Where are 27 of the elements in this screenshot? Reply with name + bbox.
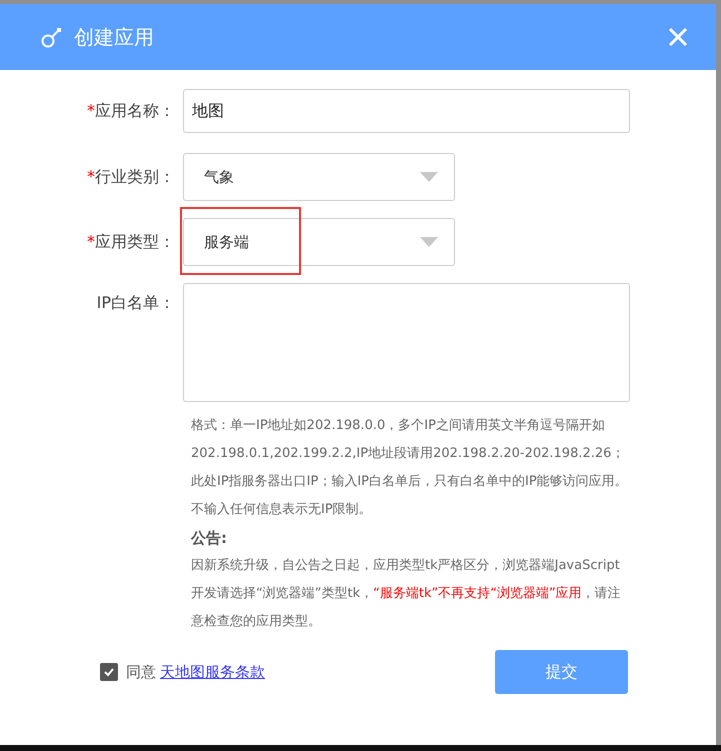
checkbox[interactable] — [100, 663, 118, 681]
help-text: 不输入任何信息表示无IP限制。 — [191, 501, 373, 519]
required-marker: * — [87, 167, 95, 186]
notice-text: 因新系统升级，自公告之日起，应用类型tk严格区分，浏览器端JavaScript开发请选择“浏览器端”类型tk，“服务端tk”不再支持“浏览器端”应用，请注意检查您的应用类型。 — [191, 557, 622, 631]
dropdown-value: 气象 — [204, 168, 234, 186]
notice-heading: 公告: — [191, 528, 228, 549]
dropdown-value: 服务端 — [204, 232, 249, 252]
field-label: 应用名称： — [95, 101, 175, 120]
check-icon — [103, 666, 115, 678]
dropdown[interactable]: 气象 — [183, 153, 455, 201]
terms-link[interactable]: 天地图服务条款 — [160, 662, 265, 682]
dialog-title: 创建应用 — [74, 24, 155, 50]
key-icon — [40, 25, 64, 49]
field-label: 应用类型： — [95, 232, 175, 251]
agree-text: 同意 — [126, 662, 156, 682]
required-marker: * — [87, 101, 95, 120]
caret-icon — [420, 172, 438, 182]
caret-icon — [420, 237, 438, 247]
input-field[interactable]: 地图 — [183, 89, 630, 133]
close-icon — [668, 27, 688, 47]
field-label: IP白名单： — [96, 293, 175, 312]
dropdown[interactable]: 服务端 — [183, 218, 455, 266]
close-button[interactable] — [666, 25, 690, 49]
help-text: 格式：单一IP地址如202.198.0.0，多个IP之间请用英文半角逗号隔开如202.198.0.1,202.199.2.2,IP地址段请用202.198.2.20-202.198.2.26；此处IP指服务器出口IP；输入IP白名单后，只有白名单中的IP能够访问应用。 — [191, 417, 629, 491]
field-label: 行业类别： — [95, 167, 175, 186]
text-area[interactable] — [183, 283, 630, 402]
required-marker: * — [87, 232, 95, 251]
